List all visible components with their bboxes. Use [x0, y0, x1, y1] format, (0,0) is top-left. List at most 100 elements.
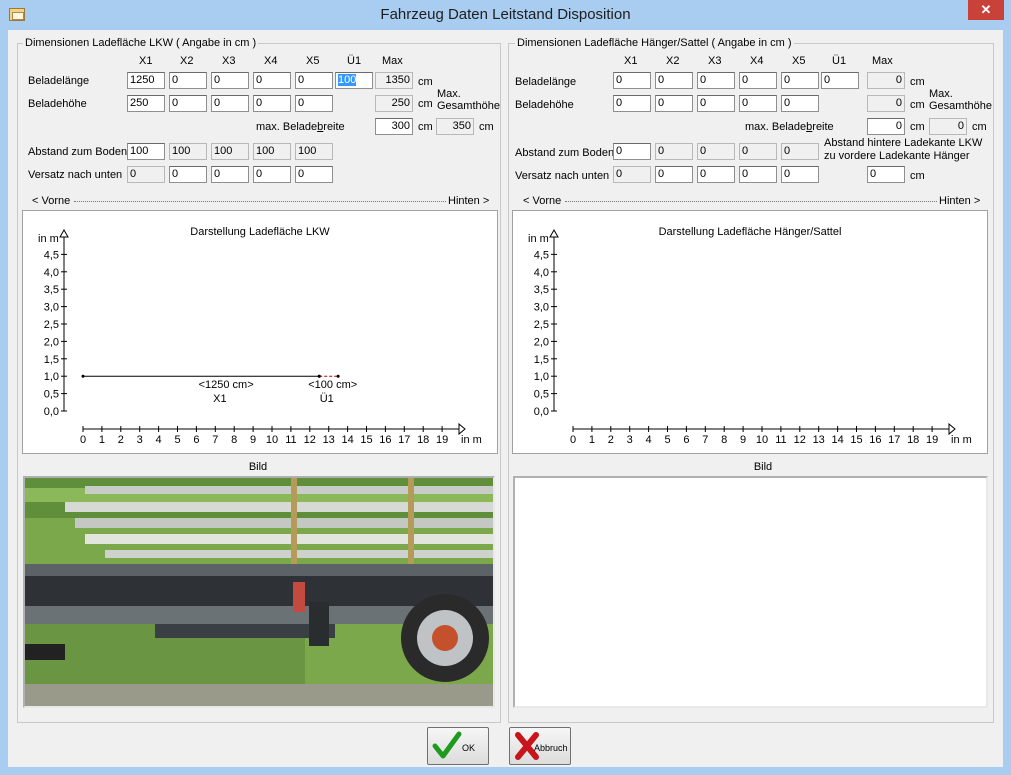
haenger-vorne-hinten-separator [565, 201, 937, 202]
h-versatz-x5-input[interactable]: 0 [781, 166, 819, 183]
checkmark-icon [432, 731, 462, 759]
lkw-versatz-x5-input[interactable]: 0 [295, 166, 333, 183]
haenger-versatz-label: Versatz nach unten [515, 170, 610, 182]
lkw-hinten-label: Hinten > [448, 195, 490, 207]
lkw-abstand-x3-field: 100 [211, 143, 249, 160]
haenger-group-title: Dimensionen Ladefläche Hänger/Sattel ( A… [515, 37, 794, 49]
lkw-gesamthoehe-label: Gesamthöhe [437, 100, 500, 112]
lkw-hoehe-x5-input[interactable]: 0 [295, 95, 333, 112]
x-tick-label: 19 [926, 434, 938, 446]
close-button[interactable]: ✕ [968, 0, 1004, 20]
y-tick-label: 1,0 [44, 371, 59, 383]
h-hoehe-x2-input[interactable]: 0 [655, 95, 693, 112]
lkw-max-label: Max. [437, 88, 461, 100]
lkw-gesamthoehe-field: 350 [436, 118, 474, 135]
haenger-abstand-boden-label: Abstand zum Boden [515, 147, 615, 159]
lkw-abstand-boden-label: Abstand zum Boden [28, 146, 128, 158]
lkw-laenge-x4-input[interactable]: 0 [253, 72, 291, 89]
segment-length-label: <1250 cm> [199, 379, 254, 391]
h-abstand-x3-field: 0 [697, 143, 735, 160]
lkw-beladebreite-input[interactable]: 300 [375, 118, 413, 135]
y-axis-arrow [59, 228, 69, 238]
x-tick-label: 7 [702, 434, 708, 446]
haenger-chart: Darstellung Ladefläche Hänger/Sattel in m… [528, 226, 972, 446]
h-versatz-x4-input[interactable]: 0 [739, 166, 777, 183]
x-tick-label: 15 [850, 434, 862, 446]
h-hoehe-x5-input[interactable]: 0 [781, 95, 819, 112]
x-tick-label: 10 [756, 434, 768, 446]
lkw-laenge-x1-input[interactable]: 1250 [127, 72, 165, 89]
h-laenge-u1-input[interactable]: 0 [821, 72, 859, 89]
lkw-hoehe-x4-input[interactable]: 0 [253, 95, 291, 112]
lkw-beladehoehe-label: Beladehöhe [28, 98, 87, 110]
h-abstand-x1-input[interactable]: 0 [613, 143, 651, 160]
h-versatz-x2-input[interactable]: 0 [655, 166, 693, 183]
col-x4-label: X4 [264, 55, 278, 67]
x-tick-label: 1 [589, 434, 595, 446]
lkw-vorne-label: < Vorne [32, 195, 71, 207]
col-x1-label: X1 [139, 55, 153, 67]
lkw-versatz-x2-input[interactable]: 0 [169, 166, 207, 183]
h-laenge-x2-input[interactable]: 0 [655, 72, 693, 89]
h-laenge-x4-input[interactable]: 0 [739, 72, 777, 89]
h-hoehe-unit: cm [910, 99, 925, 111]
ok-button[interactable]: OK [427, 727, 489, 765]
lkw-hoehe-x2-input[interactable]: 0 [169, 95, 207, 112]
cancel-button[interactable]: Abbruch [509, 727, 571, 765]
h-laenge-x3-input[interactable]: 0 [697, 72, 735, 89]
y-tick-label: 4,0 [534, 267, 549, 279]
x-tick-label: 11 [775, 434, 786, 446]
h-laenge-x1-input[interactable]: 0 [613, 72, 651, 89]
lkw-abstand-x1-input[interactable]: 100 [127, 143, 165, 160]
h-hoehe-max-field: 0 [867, 95, 905, 112]
y-tick-label: 3,0 [44, 302, 59, 314]
lkw-laenge-x5-input[interactable]: 0 [295, 72, 333, 89]
y-tick-label: 4,0 [44, 267, 59, 279]
h-col-x3-label: X3 [708, 55, 722, 67]
y-tick-label: 4,5 [534, 249, 549, 261]
h-col-u1-label: Ü1 [832, 55, 847, 67]
h-hoehe-x3-input[interactable]: 0 [697, 95, 735, 112]
haenger-bild-label: Bild [753, 461, 773, 473]
haenger-beladelaenge-label: Beladelänge [515, 76, 577, 88]
h-versatz-x3-input[interactable]: 0 [697, 166, 735, 183]
h-hoehe-x4-input[interactable]: 0 [739, 95, 777, 112]
x-axis-unit-label: in m [461, 434, 482, 446]
x-tick-label: 6 [193, 434, 199, 446]
lkw-laenge-u1-input[interactable]: 100 [335, 72, 373, 89]
x-tick-label: 18 [907, 434, 919, 446]
x-tick-label: 5 [664, 434, 670, 446]
lkw-versatz-x3-input[interactable]: 0 [211, 166, 249, 183]
window-title: Fahrzeug Daten Leitstand Disposition [380, 6, 631, 23]
lkw-group-title: Dimensionen Ladefläche LKW ( Angabe in c… [23, 37, 259, 49]
title-bar[interactable]: Fahrzeug Daten Leitstand Disposition ✕ [0, 0, 1011, 30]
x-tick-label: 18 [417, 434, 429, 446]
x-tick-label: 0 [570, 434, 576, 446]
lkw-laenge-max-field: 1350 [375, 72, 413, 89]
chart-title: Darstellung Ladefläche Hänger/Sattel [659, 226, 842, 238]
lkw-abstand-x2-field: 100 [169, 143, 207, 160]
lkw-laenge-x3-input[interactable]: 0 [211, 72, 249, 89]
h-beladebreite-input[interactable]: 0 [867, 118, 905, 135]
y-tick-label: 3,5 [534, 284, 549, 296]
lkw-hoehe-x1-input[interactable]: 250 [127, 95, 165, 112]
x-tick-label: 14 [831, 434, 843, 446]
x-tick-label: 8 [721, 434, 727, 446]
y-tick-label: 1,5 [534, 354, 549, 366]
h-abstand-haenger-input[interactable]: 0 [867, 166, 905, 183]
x-tick-label: 12 [794, 434, 806, 446]
x-tick-label: 2 [608, 434, 614, 446]
h-laenge-x5-input[interactable]: 0 [781, 72, 819, 89]
h-gesamthoehe-unit: cm [972, 121, 987, 133]
lkw-chart: Darstellung Ladefläche LKW in m 0,0 0,5 1,0 1… [38, 226, 482, 446]
x-tick-label: 3 [627, 434, 633, 446]
y-tick-label: 1,5 [44, 354, 59, 366]
x-tick-label: 17 [398, 434, 410, 446]
x-tick-label: 9 [250, 434, 256, 446]
lkw-hoehe-x3-input[interactable]: 0 [211, 95, 249, 112]
x-tick-label: 6 [683, 434, 689, 446]
y-tick-label: 4,5 [44, 249, 59, 261]
h-hoehe-x1-input[interactable]: 0 [613, 95, 651, 112]
lkw-versatz-x4-input[interactable]: 0 [253, 166, 291, 183]
lkw-laenge-x2-input[interactable]: 0 [169, 72, 207, 89]
